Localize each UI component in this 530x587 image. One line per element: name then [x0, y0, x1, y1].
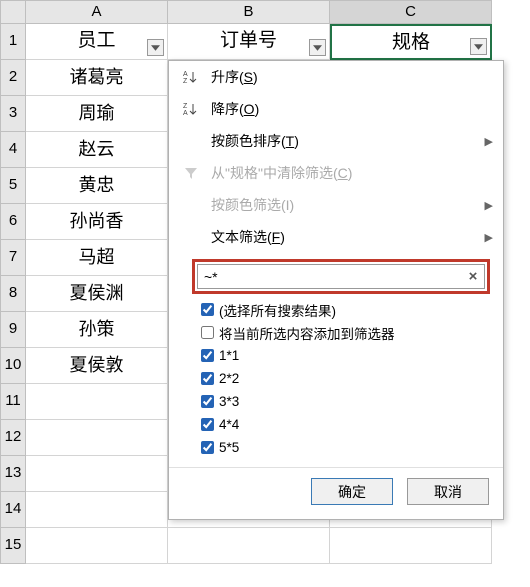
checkbox[interactable] — [201, 395, 214, 408]
filter-value-item[interactable]: 5*5 — [201, 436, 490, 459]
funnel-clear-icon — [181, 164, 201, 182]
filter-button-B[interactable] — [309, 39, 326, 56]
cell[interactable]: 夏侯敦 — [26, 348, 168, 384]
cell[interactable] — [168, 528, 330, 564]
check-label: 5*5 — [219, 440, 239, 455]
chevron-right-icon: ▶ — [485, 199, 493, 212]
row-header[interactable]: 4 — [0, 132, 26, 168]
sort-desc-icon: ZA — [181, 100, 201, 118]
cell[interactable]: 黄忠 — [26, 168, 168, 204]
check-label: 2*2 — [219, 371, 239, 386]
row-header[interactable]: 7 — [0, 240, 26, 276]
row-header[interactable]: 3 — [0, 96, 26, 132]
cell[interactable] — [26, 492, 168, 528]
search-box-highlight: × — [192, 259, 490, 294]
check-label: 将当前所选内容添加到筛选器 — [219, 323, 395, 343]
menu-label: 按颜色筛选(I) — [211, 195, 485, 215]
chevron-right-icon: ▶ — [485, 231, 493, 244]
blank-icon — [181, 196, 201, 214]
cell[interactable]: 诸葛亮 — [26, 60, 168, 96]
cell-B1[interactable]: 订单号 — [168, 24, 330, 60]
menu-label: 升序(S) — [211, 67, 493, 87]
cell[interactable] — [26, 384, 168, 420]
search-input[interactable] — [198, 269, 462, 285]
check-label: 4*4 — [219, 417, 239, 432]
sort-by-color-item[interactable]: 按颜色排序(T) ▶ — [169, 125, 503, 157]
check-label: 3*3 — [219, 394, 239, 409]
filter-value-item[interactable]: 2*2 — [201, 367, 490, 390]
filter-by-color-item: 按颜色筛选(I) ▶ — [169, 189, 503, 221]
checkbox[interactable] — [201, 418, 214, 431]
menu-label: 降序(O) — [211, 99, 493, 119]
chevron-right-icon: ▶ — [485, 135, 493, 148]
cell[interactable]: 孙策 — [26, 312, 168, 348]
filter-value-item[interactable]: 3*3 — [201, 390, 490, 413]
row-header[interactable]: 6 — [0, 204, 26, 240]
cell-text: 规格 — [392, 32, 430, 53]
clear-filter-item: 从"规格"中清除筛选(C) — [169, 157, 503, 189]
select-all-results-item[interactable]: (选择所有搜索结果) — [201, 298, 490, 321]
row-header[interactable]: 2 — [0, 60, 26, 96]
filter-value-item[interactable]: 1*1 — [201, 344, 490, 367]
cell[interactable]: 夏侯渊 — [26, 276, 168, 312]
sort-desc-item[interactable]: ZA 降序(O) — [169, 93, 503, 125]
cell[interactable]: 孙尚香 — [26, 204, 168, 240]
menu-label: 文本筛选(F) — [211, 227, 485, 247]
cell[interactable]: 马超 — [26, 240, 168, 276]
select-all-corner[interactable] — [0, 0, 26, 24]
row-header[interactable]: 9 — [0, 312, 26, 348]
filter-button-A[interactable] — [147, 39, 164, 56]
svg-text:A: A — [183, 110, 188, 117]
filter-value-item[interactable]: 4*4 — [201, 413, 490, 436]
blank-icon — [181, 228, 201, 246]
filter-button-C[interactable] — [470, 38, 487, 55]
row-header[interactable]: 15 — [0, 528, 26, 564]
cell-C1[interactable]: 规格 — [330, 24, 492, 60]
blank-icon — [181, 132, 201, 150]
cell[interactable] — [26, 528, 168, 564]
cell[interactable] — [330, 528, 492, 564]
svg-text:Z: Z — [183, 78, 188, 85]
cancel-button[interactable]: 取消 — [407, 478, 489, 505]
add-current-item[interactable]: 将当前所选内容添加到筛选器 — [201, 321, 490, 344]
checkbox[interactable] — [201, 441, 214, 454]
row-header[interactable]: 10 — [0, 348, 26, 384]
row-header[interactable]: 11 — [0, 384, 26, 420]
row-header[interactable]: 14 — [0, 492, 26, 528]
cell[interactable] — [26, 456, 168, 492]
checkbox[interactable] — [201, 326, 214, 339]
col-header-A[interactable]: A — [26, 0, 168, 24]
cell[interactable] — [26, 420, 168, 456]
clear-search-icon[interactable]: × — [462, 266, 484, 288]
svg-text:A: A — [183, 71, 188, 78]
cell[interactable]: 赵云 — [26, 132, 168, 168]
checkbox[interactable] — [201, 349, 214, 362]
svg-text:Z: Z — [183, 103, 188, 110]
sort-asc-icon: AZ — [181, 68, 201, 86]
col-header-C[interactable]: C — [330, 0, 492, 24]
checkbox[interactable] — [201, 303, 214, 316]
filter-dropdown: AZ 升序(S) ZA 降序(O) 按颜色排序(T) ▶ 从"规格"中清除筛选(… — [168, 60, 504, 520]
cell-text: 员工 — [77, 30, 115, 51]
cell-text: 订单号 — [220, 30, 277, 51]
check-label: (选择所有搜索结果) — [219, 300, 336, 320]
row-header[interactable]: 12 — [0, 420, 26, 456]
ok-button[interactable]: 确定 — [311, 478, 393, 505]
row-header[interactable]: 5 — [0, 168, 26, 204]
cell[interactable]: 周瑜 — [26, 96, 168, 132]
sort-asc-item[interactable]: AZ 升序(S) — [169, 61, 503, 93]
text-filter-item[interactable]: 文本筛选(F) ▶ — [169, 221, 503, 253]
checkbox[interactable] — [201, 372, 214, 385]
menu-label: 按颜色排序(T) — [211, 131, 485, 151]
row-header[interactable]: 8 — [0, 276, 26, 312]
menu-label: 从"规格"中清除筛选(C) — [211, 163, 493, 183]
col-header-B[interactable]: B — [168, 0, 330, 24]
check-label: 1*1 — [219, 348, 239, 363]
cell-A1[interactable]: 员工 — [26, 24, 168, 60]
row-header[interactable]: 13 — [0, 456, 26, 492]
filter-checklist: (选择所有搜索结果) 将当前所选内容添加到筛选器 1*1 2*2 3*3 4*4… — [201, 298, 490, 459]
row-header[interactable]: 1 — [0, 24, 26, 60]
